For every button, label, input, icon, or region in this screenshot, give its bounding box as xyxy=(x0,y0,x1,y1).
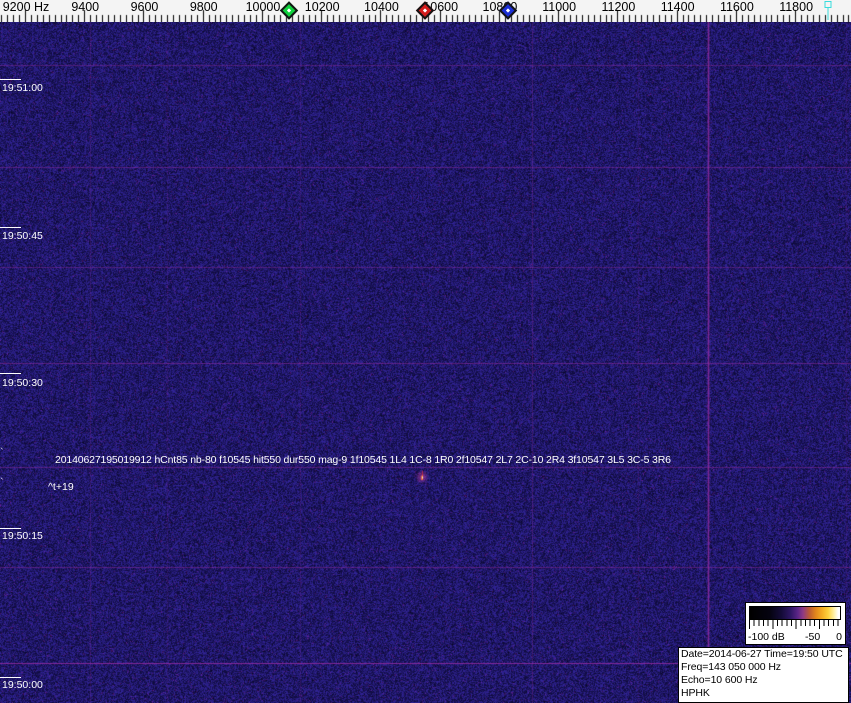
time-label: 19:50:00 xyxy=(2,679,43,691)
db-legend-label-mid: -50 xyxy=(805,631,821,643)
cyan-pin-marker[interactable] xyxy=(824,1,832,20)
frequency-ruler[interactable]: 9200 Hz 9400 9600 9800 10000 10200 10400 10600 1… xyxy=(0,0,851,22)
time-tick xyxy=(0,79,21,80)
db-legend-ticks xyxy=(749,620,841,629)
meteor-spectrogram-window: 9200 Hz 9400 9600 9800 10000 10200 10400 10600 1… xyxy=(0,0,851,703)
time-label: 19:50:15 xyxy=(2,530,43,542)
freq-label: 11200 xyxy=(601,0,636,14)
info-frequency: Freq=143 050 000 Hz xyxy=(681,661,781,673)
time-tick xyxy=(0,373,21,374)
db-legend-label-min: -100 dB xyxy=(748,631,785,643)
freq-label: 9200 Hz xyxy=(2,0,50,14)
edge-mark: ` xyxy=(0,477,4,489)
info-date-time: Date=2014-06-27 Time=19:50 UTC xyxy=(681,648,843,660)
info-station-id: HPHK xyxy=(681,687,710,699)
detection-annotation: 20140627195019912 hCnt85 nb-80 f10545 hi… xyxy=(55,454,671,466)
threshold-annotation: ^t+19 xyxy=(48,481,74,493)
freq-label: 11800 xyxy=(779,0,814,14)
freq-label: 10400 xyxy=(364,0,399,14)
freq-label: 9600 xyxy=(130,0,159,14)
freq-label: 10000 xyxy=(245,0,281,14)
time-tick xyxy=(0,528,21,529)
freq-label: 9800 xyxy=(189,0,218,14)
edge-mark: ` xyxy=(0,447,4,459)
time-tick xyxy=(0,227,21,228)
freq-label: 11000 xyxy=(542,0,577,14)
time-tick xyxy=(0,677,21,678)
station-info-box: Date=2014-06-27 Time=19:50 UTC Freq=143 … xyxy=(678,647,849,703)
db-gradient-bar xyxy=(749,606,841,620)
db-color-legend: -100 dB -50 0 xyxy=(745,602,846,645)
freq-label: 9400 xyxy=(71,0,100,14)
freq-label: 11600 xyxy=(719,0,754,14)
freq-label: 11400 xyxy=(660,0,695,14)
spectrogram-overlays: 19:51:00 19:50:45 19:50:30 19:50:15 19:50:00… xyxy=(0,0,851,703)
time-label: 19:50:45 xyxy=(2,230,43,242)
freq-label: 10200 xyxy=(304,0,340,14)
time-label: 19:51:00 xyxy=(2,82,43,94)
db-legend-label-max: 0 xyxy=(836,631,842,643)
info-echo: Echo=10 600 Hz xyxy=(681,674,758,686)
time-label: 19:50:30 xyxy=(2,377,43,389)
